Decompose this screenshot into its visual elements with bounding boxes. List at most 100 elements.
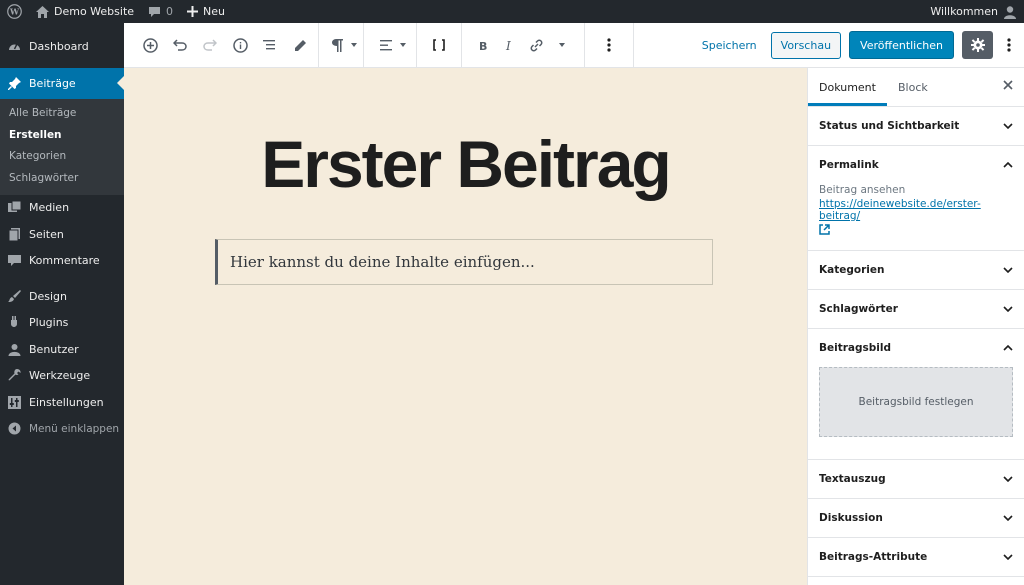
sidebar-item-label: Benutzer	[29, 342, 79, 356]
sidebar-item-label: Dashboard	[29, 39, 89, 53]
sidebar-item-label: Design	[29, 289, 67, 303]
panel-toggle[interactable]: Kategorien	[808, 251, 1024, 289]
gear-icon	[970, 38, 985, 52]
settings-sliders-icon	[8, 395, 21, 409]
panel-toggle[interactable]: Textauszug	[808, 460, 1024, 498]
panel-excerpt: Textauszug	[808, 460, 1024, 499]
sidebar-top-spacer	[0, 23, 124, 33]
sidebar-item-pages[interactable]: Seiten	[0, 221, 124, 248]
admin-bar: W Demo Website 0 Neu Willkommen	[0, 0, 1024, 23]
toolbar-format-group: B I	[462, 22, 585, 68]
sidebar-item-users[interactable]: Benutzer	[0, 336, 124, 363]
wrench-icon	[8, 369, 21, 382]
paragraph-block[interactable]: Hier kannst du deine Inhalte einfügen...	[215, 239, 713, 285]
panel-toggle[interactable]: Permalink	[808, 146, 1024, 184]
block-navigation-icon[interactable]	[258, 31, 282, 59]
submenu-categories[interactable]: Kategorien	[0, 146, 124, 168]
account-menu[interactable]: Willkommen	[923, 0, 1024, 23]
link-icon[interactable]	[524, 31, 548, 59]
permalink-url[interactable]: https://deinewebsite.de/erster-beitrag/	[819, 198, 1013, 222]
user-avatar-icon	[1003, 5, 1017, 19]
sidebar-item-label: Kommentare	[29, 254, 100, 268]
plus-icon	[187, 6, 199, 17]
close-icon[interactable]	[1003, 80, 1013, 90]
toolbar-actions: Speichern Vorschau Veröffentlichen	[696, 31, 1024, 59]
panel-title: Permalink	[819, 159, 879, 171]
external-link-icon[interactable]	[819, 224, 830, 235]
dashboard-icon	[8, 40, 21, 53]
sidebar-item-tools[interactable]: Werkzeuge	[0, 363, 124, 390]
settings-toggle-button[interactable]	[962, 31, 993, 59]
comment-icon	[8, 254, 21, 267]
pushpin-icon	[8, 76, 21, 90]
toolbar-more-group	[585, 22, 634, 68]
sidebar-item-design[interactable]: Design	[0, 283, 124, 310]
sidebar-item-dashboard[interactable]: Dashboard	[0, 33, 124, 60]
toolbar-history-group	[124, 22, 319, 68]
add-block-icon[interactable]	[138, 31, 162, 59]
panel-toggle[interactable]: Beitrags-Attribute	[808, 538, 1024, 576]
align-left-icon[interactable]	[374, 31, 398, 59]
preview-button[interactable]: Vorschau	[770, 31, 842, 59]
sidebar-item-label: Plugins	[29, 316, 69, 330]
dropdown-caret-icon[interactable]	[400, 43, 406, 47]
paragraph-icon[interactable]	[325, 31, 349, 59]
tab-document[interactable]: Dokument	[808, 68, 887, 106]
comments-count: 0	[166, 5, 174, 18]
panel-title: Beitragsbild	[819, 342, 892, 354]
redo-icon[interactable]	[198, 31, 222, 59]
more-menu-icon[interactable]	[1001, 38, 1017, 52]
chevron-down-icon	[1003, 554, 1013, 560]
sidebar-item-media[interactable]: Medien	[0, 195, 124, 222]
panel-toggle[interactable]: Beitragsbild	[808, 329, 1024, 367]
svg-text:W: W	[9, 7, 20, 17]
panel-toggle[interactable]: Schlagwörter	[808, 290, 1024, 328]
sidebar-item-label: Werkzeuge	[29, 369, 91, 383]
bold-icon[interactable]: B	[472, 31, 496, 59]
sidebar-item-settings[interactable]: Einstellungen	[0, 389, 124, 416]
publish-button[interactable]: Veröffentlichen	[849, 31, 954, 59]
save-draft-button[interactable]: Speichern	[696, 39, 763, 52]
more-formats-caret-icon[interactable]	[550, 31, 574, 59]
submenu-create[interactable]: Erstellen	[0, 124, 124, 146]
new-content-link[interactable]: Neu	[180, 0, 232, 23]
settings-tabs: Dokument Block	[808, 68, 1024, 107]
collapse-menu-button[interactable]: Menü einklappen	[0, 416, 124, 443]
panel-toggle[interactable]: Status und Sichtbarkeit	[808, 107, 1024, 145]
sidebar-item-plugins[interactable]: Plugins	[0, 310, 124, 337]
wordpress-logo-button[interactable]: W	[0, 0, 29, 23]
set-featured-image-button[interactable]: Beitragsbild festlegen	[819, 367, 1013, 437]
pages-icon	[8, 227, 21, 241]
site-name-link[interactable]: Demo Website	[29, 0, 141, 23]
editor-canvas: Erster Beitrag Hier kannst du deine Inha…	[124, 68, 807, 585]
submenu-tags[interactable]: Schlagwörter	[0, 167, 124, 189]
italic-icon[interactable]: I	[498, 31, 522, 59]
comments-link[interactable]: 0	[141, 0, 180, 23]
panel-categories: Kategorien	[808, 251, 1024, 290]
submenu-all-posts[interactable]: Alle Beiträge	[0, 103, 124, 125]
tab-block[interactable]: Block	[887, 68, 939, 106]
panel-toggle[interactable]: Diskussion	[808, 499, 1024, 537]
dropdown-caret-icon[interactable]	[351, 43, 357, 47]
sidebar-item-label: Einstellungen	[29, 395, 104, 409]
info-icon[interactable]	[228, 31, 252, 59]
more-options-vertical-icon[interactable]	[597, 31, 621, 59]
post-title-input[interactable]: Erster Beitrag	[124, 126, 807, 202]
edit-pencil-icon[interactable]	[288, 31, 312, 59]
panel-post-attributes: Beitrags-Attribute	[808, 538, 1024, 577]
chevron-up-icon	[1003, 345, 1013, 351]
panel-status-visibility: Status und Sichtbarkeit	[808, 107, 1024, 146]
home-icon	[36, 5, 49, 18]
sidebar-item-comments[interactable]: Kommentare	[0, 248, 124, 275]
sidebar-item-posts[interactable]: Beiträge	[0, 67, 124, 99]
sidebar-item-label: Medien	[29, 201, 70, 215]
chevron-up-icon	[1003, 162, 1013, 168]
paintbrush-icon	[8, 289, 21, 303]
undo-icon[interactable]	[168, 31, 192, 59]
sidebar-item-label: Beiträge	[29, 76, 76, 90]
svg-text:B: B	[479, 40, 487, 51]
fullwidth-brackets-icon[interactable]	[427, 31, 451, 59]
toolbar-block-type-group	[319, 22, 364, 68]
panel-featured-image: Beitragsbild Beitragsbild festlegen	[808, 329, 1024, 460]
